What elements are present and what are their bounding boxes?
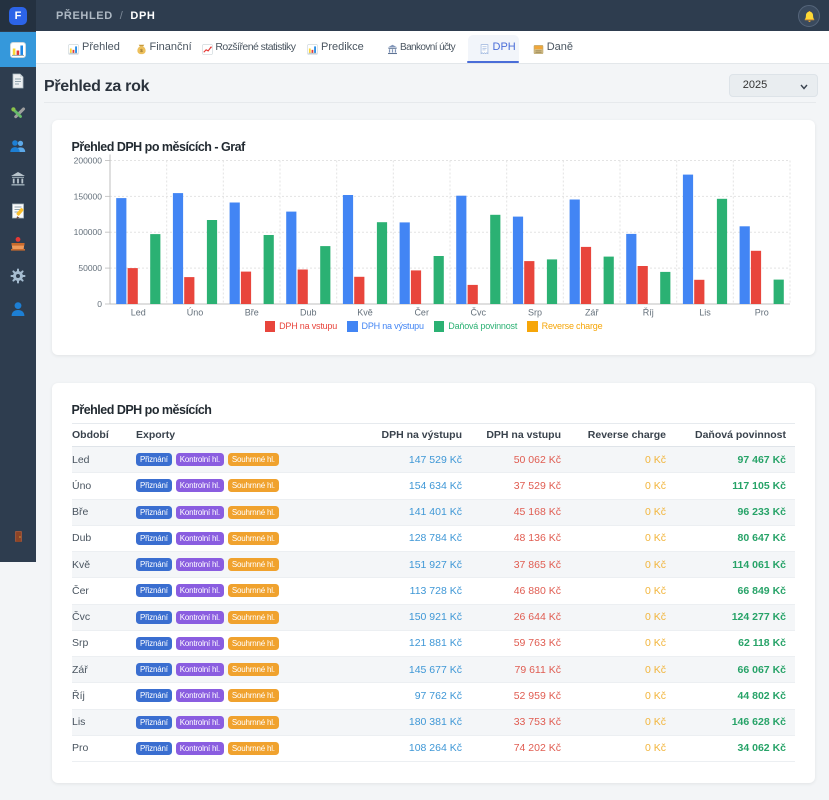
svg-text:$: $ bbox=[140, 48, 143, 54]
svg-text:Zář: Zář bbox=[585, 308, 600, 318]
svg-text:Lis: Lis bbox=[699, 308, 711, 318]
svg-text:50000: 50000 bbox=[78, 263, 102, 273]
svg-text:Bře: Bře bbox=[245, 308, 259, 318]
svg-text:Říj: Říj bbox=[643, 308, 654, 318]
svg-text:Pro: Pro bbox=[755, 308, 769, 318]
svg-text:200000: 200000 bbox=[74, 156, 103, 166]
svg-text:Led: Led bbox=[131, 308, 146, 318]
svg-text:Čer: Čer bbox=[414, 308, 429, 318]
svg-text:Čvc: Čvc bbox=[471, 308, 487, 318]
svg-text:100000: 100000 bbox=[74, 227, 103, 237]
svg-text:Srp: Srp bbox=[528, 308, 542, 318]
svg-text:Dub: Dub bbox=[300, 308, 317, 318]
svg-text:0: 0 bbox=[97, 299, 102, 309]
svg-text:Kvě: Kvě bbox=[357, 308, 373, 318]
svg-text:150000: 150000 bbox=[74, 191, 103, 201]
svg-text:Úno: Úno bbox=[187, 308, 204, 318]
